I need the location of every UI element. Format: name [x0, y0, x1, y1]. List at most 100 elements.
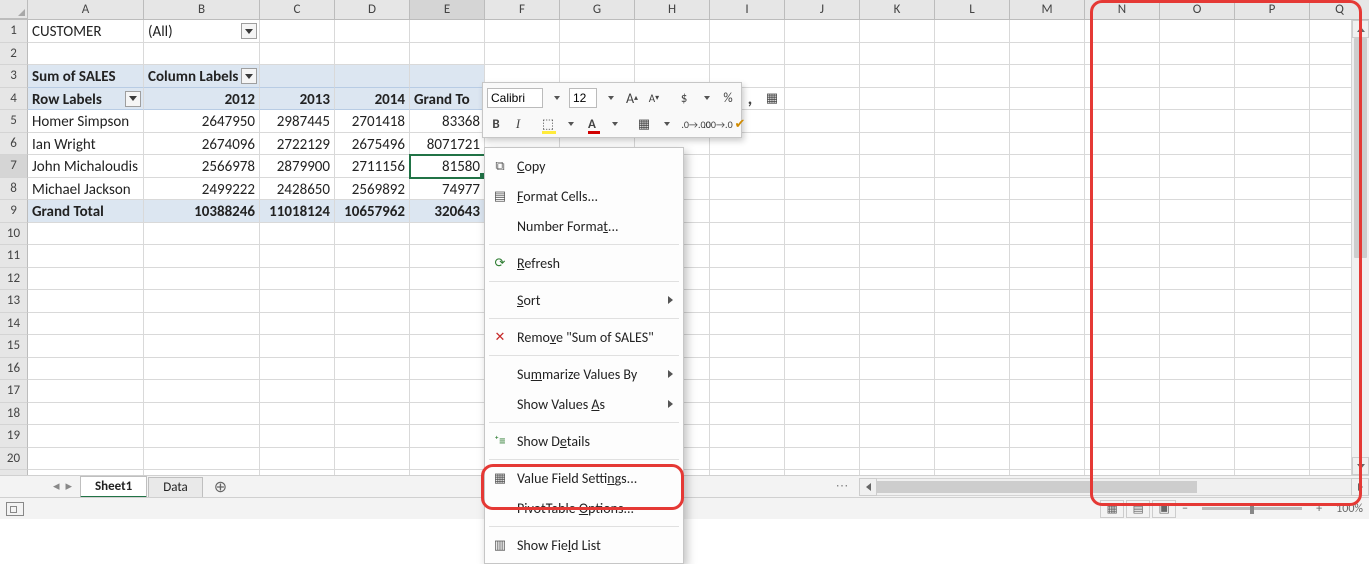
- select-all-triangle[interactable]: [0, 0, 28, 19]
- format-painter-icon[interactable]: ✔: [731, 114, 749, 134]
- row-15[interactable]: 15: [0, 335, 28, 358]
- increase-decimal-button[interactable]: .0→.00: [687, 114, 705, 134]
- ctx-format-cells[interactable]: ▤ Format Cells...: [485, 181, 683, 211]
- filter-dropdown-icon[interactable]: [241, 23, 257, 39]
- row-9[interactable]: 9: [0, 200, 28, 223]
- row-5[interactable]: 5: [0, 110, 28, 133]
- col-G[interactable]: G: [560, 0, 635, 19]
- cell-E1[interactable]: [410, 20, 485, 43]
- view-page-break-icon[interactable]: ▣: [1152, 500, 1176, 518]
- cell-A9[interactable]: Grand Total: [28, 200, 144, 223]
- cell-A5[interactable]: Homer Simpson: [28, 110, 144, 133]
- cell-A6[interactable]: Ian Wright: [28, 133, 144, 156]
- col-M[interactable]: M: [1010, 0, 1085, 19]
- col-L[interactable]: L: [935, 0, 1010, 19]
- col-C[interactable]: C: [260, 0, 335, 19]
- scroll-left-icon[interactable]: [859, 478, 877, 496]
- col-H[interactable]: H: [635, 0, 710, 19]
- fill-color-button[interactable]: ⬚: [539, 114, 557, 134]
- hscroll-thumb[interactable]: [877, 481, 1197, 493]
- cell-B3[interactable]: Column Labels: [144, 65, 260, 88]
- row-17[interactable]: 17: [0, 380, 28, 403]
- row-7[interactable]: 7: [0, 155, 28, 178]
- row-20[interactable]: 20: [0, 448, 28, 471]
- col-A[interactable]: A: [28, 0, 144, 19]
- horizontal-scrollbar[interactable]: [859, 478, 1369, 496]
- col-P[interactable]: P: [1235, 0, 1310, 19]
- ctx-show-values-as[interactable]: Show Values As: [485, 389, 683, 419]
- table-format-icon[interactable]: ▦: [763, 88, 781, 108]
- scroll-thumb[interactable]: [1354, 38, 1367, 258]
- font-color-button[interactable]: A: [583, 114, 601, 134]
- fill-color-dropdown-icon[interactable]: [561, 114, 579, 134]
- cell-A8[interactable]: Michael Jackson: [28, 178, 144, 201]
- cell-C4[interactable]: 2013: [260, 88, 335, 111]
- row-2[interactable]: 2: [0, 43, 28, 66]
- comma-format-button[interactable]: ,: [741, 88, 759, 108]
- tab-add-button[interactable]: ⊕: [204, 477, 237, 497]
- cell-D4[interactable]: 2014: [335, 88, 410, 111]
- tab-next-icon[interactable]: ▸: [65, 479, 72, 494]
- row-10[interactable]: 10: [0, 223, 28, 246]
- cell-A1[interactable]: CUSTOMER: [28, 20, 144, 43]
- cell-E8[interactable]: 74977: [410, 178, 485, 201]
- col-Q[interactable]: Q: [1310, 0, 1369, 19]
- row-16[interactable]: 16: [0, 358, 28, 381]
- ctx-summarize-values-by[interactable]: Summarize Values By: [485, 359, 683, 389]
- row-18[interactable]: 18: [0, 403, 28, 426]
- cell-E6[interactable]: 8071721: [410, 133, 485, 156]
- row-8[interactable]: 8: [0, 178, 28, 201]
- cell-A7[interactable]: John Michaloudis: [28, 155, 144, 178]
- italic-button[interactable]: I: [509, 114, 527, 134]
- font-color-dropdown-icon[interactable]: [605, 114, 623, 134]
- row-6[interactable]: 6: [0, 133, 28, 156]
- scroll-right-icon[interactable]: [1351, 478, 1369, 496]
- cell-E7-selected[interactable]: 81580: [410, 155, 485, 178]
- col-D[interactable]: D: [335, 0, 410, 19]
- row-14[interactable]: 14: [0, 313, 28, 336]
- tab-data[interactable]: Data: [148, 477, 203, 497]
- col-F[interactable]: F: [485, 0, 560, 19]
- borders-button[interactable]: ▦: [635, 114, 653, 134]
- row-4[interactable]: 4: [0, 88, 28, 111]
- macro-record-icon[interactable]: [6, 502, 24, 516]
- tab-first-icon[interactable]: ◂: [53, 479, 60, 494]
- cell-B1[interactable]: (All): [144, 20, 260, 43]
- zoom-out-button[interactable]: −: [1178, 502, 1192, 516]
- view-page-layout-icon[interactable]: ▤: [1126, 500, 1150, 518]
- col-O[interactable]: O: [1160, 0, 1235, 19]
- cell-B4[interactable]: 2012: [144, 88, 260, 111]
- ctx-value-field-settings[interactable]: ▦ Value Field Settings...: [485, 463, 683, 493]
- currency-format-button[interactable]: $: [675, 88, 693, 108]
- decrease-font-icon[interactable]: A▾: [645, 88, 663, 108]
- row-labels-dropdown-icon[interactable]: [125, 91, 141, 107]
- zoom-level[interactable]: 100%: [1336, 502, 1363, 516]
- ctx-show-field-list[interactable]: ▥ Show Field List: [485, 530, 683, 560]
- col-K[interactable]: K: [860, 0, 935, 19]
- font-size-dropdown-icon[interactable]: [601, 88, 619, 108]
- ctx-sort[interactable]: Sort: [485, 285, 683, 315]
- row-19[interactable]: 19: [0, 425, 28, 448]
- borders-dropdown-icon[interactable]: [657, 114, 675, 134]
- cell-B5[interactable]: 2647950: [144, 110, 260, 133]
- cell-C1[interactable]: [260, 20, 335, 43]
- cell-D5[interactable]: 2701418: [335, 110, 410, 133]
- vertical-scrollbar[interactable]: [1351, 20, 1369, 475]
- tab-sheet1[interactable]: Sheet1: [80, 476, 147, 498]
- row-1[interactable]: 1: [0, 20, 28, 43]
- cell-A4[interactable]: Row Labels: [28, 88, 144, 111]
- col-J[interactable]: J: [785, 0, 860, 19]
- col-B[interactable]: B: [144, 0, 260, 19]
- row-3[interactable]: 3: [0, 65, 28, 88]
- col-N[interactable]: N: [1085, 0, 1160, 19]
- col-E[interactable]: E: [410, 0, 485, 19]
- zoom-in-button[interactable]: +: [1312, 502, 1326, 516]
- percent-format-button[interactable]: %: [719, 88, 737, 108]
- decrease-decimal-button[interactable]: .00→.0: [709, 114, 727, 134]
- ctx-number-format[interactable]: Number Format...: [485, 211, 683, 241]
- font-size-input[interactable]: [569, 88, 597, 108]
- cell-E4[interactable]: Grand To: [410, 88, 485, 111]
- column-labels-dropdown-icon[interactable]: [241, 68, 257, 84]
- cell-A3[interactable]: Sum of SALES: [28, 65, 144, 88]
- tab-nav[interactable]: ◂ ▸: [0, 479, 80, 494]
